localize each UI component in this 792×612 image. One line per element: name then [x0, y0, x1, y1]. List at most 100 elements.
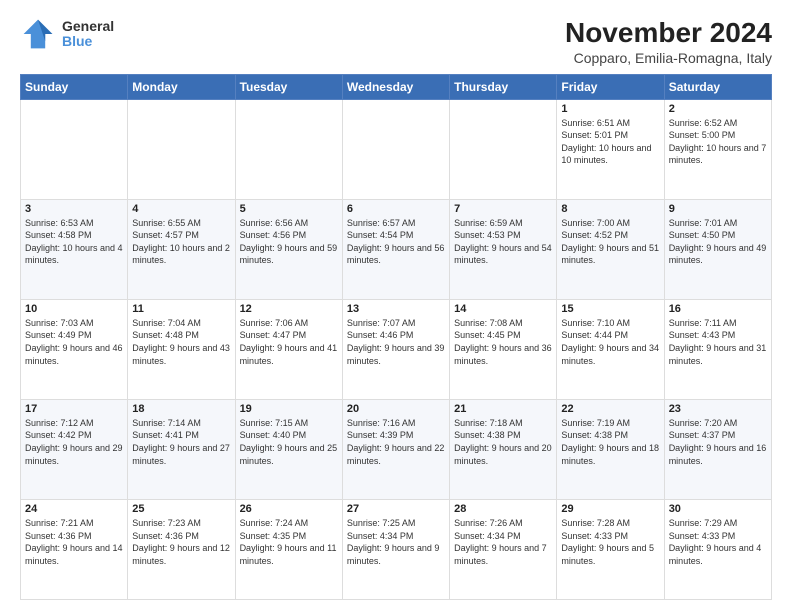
col-friday: Friday	[557, 74, 664, 99]
calendar-cell	[342, 99, 449, 199]
calendar-cell: 7 Sunrise: 6:59 AM Sunset: 4:53 PM Daylig…	[450, 199, 557, 299]
calendar-cell: 6 Sunrise: 6:57 AM Sunset: 4:54 PM Daylig…	[342, 199, 449, 299]
day-info: Sunrise: 7:16 AM Sunset: 4:39 PM Dayligh…	[347, 417, 445, 467]
day-info: Sunrise: 7:18 AM Sunset: 4:38 PM Dayligh…	[454, 417, 552, 467]
day-info: Sunrise: 6:53 AM Sunset: 4:58 PM Dayligh…	[25, 217, 123, 267]
day-number: 21	[454, 403, 552, 415]
calendar-cell: 13Sunrise: 7:07 AM Sunset: 4:46 PM Dayli…	[342, 299, 449, 399]
day-info: Sunrise: 7:10 AM Sunset: 4:44 PM Dayligh…	[561, 317, 659, 367]
calendar-cell: 10 Sunrise: 7:03 AM Sunset: 4:49 PM Dayli…	[21, 299, 128, 399]
day-info: Sunrise: 7:26 AM Sunset: 4:34 PM Dayligh…	[454, 517, 552, 567]
calendar-cell	[450, 99, 557, 199]
day-number: 14	[454, 303, 552, 315]
day-info: Sunrise: 7:03 AM Sunset: 4:49 PM Dayligh…	[25, 317, 123, 367]
calendar-week-2: 3 Sunrise: 6:53 AM Sunset: 4:58 PM Daylig…	[21, 199, 772, 299]
day-info: Sunrise: 7:29 AM Sunset: 4:33 PM Dayligh…	[669, 517, 767, 567]
page: General Blue November 2024 Copparo, Emil…	[0, 0, 792, 612]
day-number: 24	[25, 503, 123, 515]
calendar-cell: 1 Sunrise: 6:51 AM Sunset: 5:01 PM Daylig…	[557, 99, 664, 199]
day-info: Sunrise: 7:24 AM Sunset: 4:35 PM Dayligh…	[240, 517, 338, 567]
day-number: 27	[347, 503, 445, 515]
col-monday: Monday	[128, 74, 235, 99]
day-info: Sunrise: 7:19 AM Sunset: 4:38 PM Dayligh…	[561, 417, 659, 467]
calendar-cell: 25Sunrise: 7:23 AM Sunset: 4:36 PM Dayli…	[128, 499, 235, 599]
calendar-cell: 22 Sunrise: 7:19 AM Sunset: 4:38 PM Dayli…	[557, 399, 664, 499]
day-number: 2	[669, 103, 767, 115]
day-info: Sunrise: 7:08 AM Sunset: 4:45 PM Dayligh…	[454, 317, 552, 367]
day-info: Sunrise: 7:04 AM Sunset: 4:48 PM Dayligh…	[132, 317, 230, 367]
day-info: Sunrise: 7:23 AM Sunset: 4:36 PM Dayligh…	[132, 517, 230, 567]
day-number: 16	[669, 303, 767, 315]
col-sunday: Sunday	[21, 74, 128, 99]
day-info: Sunrise: 7:12 AM Sunset: 4:42 PM Dayligh…	[25, 417, 123, 467]
day-info: Sunrise: 7:06 AM Sunset: 4:47 PM Dayligh…	[240, 317, 338, 367]
day-info: Sunrise: 6:56 AM Sunset: 4:56 PM Dayligh…	[240, 217, 338, 267]
calendar-cell: 18Sunrise: 7:14 AM Sunset: 4:41 PM Dayli…	[128, 399, 235, 499]
calendar-cell: 17Sunrise: 7:12 AM Sunset: 4:42 PM Dayli…	[21, 399, 128, 499]
calendar-table: Sunday Monday Tuesday Wednesday Thursday…	[20, 74, 772, 600]
day-number: 18	[132, 403, 230, 415]
col-thursday: Thursday	[450, 74, 557, 99]
day-number: 7	[454, 203, 552, 215]
day-info: Sunrise: 6:59 AM Sunset: 4:53 PM Dayligh…	[454, 217, 552, 267]
title-block: November 2024 Copparo, Emilia-Romagna, I…	[565, 16, 772, 66]
calendar-cell: 29Sunrise: 7:28 AM Sunset: 4:33 PM Dayli…	[557, 499, 664, 599]
day-info: Sunrise: 7:00 AM Sunset: 4:52 PM Dayligh…	[561, 217, 659, 267]
col-wednesday: Wednesday	[342, 74, 449, 99]
day-number: 22	[561, 403, 659, 415]
calendar-cell: 23 Sunrise: 7:20 AM Sunset: 4:37 PM Dayli…	[664, 399, 771, 499]
col-saturday: Saturday	[664, 74, 771, 99]
day-number: 5	[240, 203, 338, 215]
day-info: Sunrise: 6:55 AM Sunset: 4:57 PM Dayligh…	[132, 217, 230, 267]
day-number: 6	[347, 203, 445, 215]
calendar-cell: 14 Sunrise: 7:08 AM Sunset: 4:45 PM Dayli…	[450, 299, 557, 399]
day-info: Sunrise: 7:01 AM Sunset: 4:50 PM Dayligh…	[669, 217, 767, 267]
calendar-cell: 3 Sunrise: 6:53 AM Sunset: 4:58 PM Daylig…	[21, 199, 128, 299]
calendar-week-1: 1 Sunrise: 6:51 AM Sunset: 5:01 PM Daylig…	[21, 99, 772, 199]
calendar-cell	[21, 99, 128, 199]
main-title: November 2024	[565, 16, 772, 50]
day-info: Sunrise: 6:51 AM Sunset: 5:01 PM Dayligh…	[561, 117, 659, 167]
day-info: Sunrise: 7:20 AM Sunset: 4:37 PM Dayligh…	[669, 417, 767, 467]
subtitle: Copparo, Emilia-Romagna, Italy	[565, 50, 772, 66]
day-info: Sunrise: 7:21 AM Sunset: 4:36 PM Dayligh…	[25, 517, 123, 567]
day-info: Sunrise: 7:11 AM Sunset: 4:43 PM Dayligh…	[669, 317, 767, 367]
day-number: 11	[132, 303, 230, 315]
day-number: 23	[669, 403, 767, 415]
calendar-cell: 21 Sunrise: 7:18 AM Sunset: 4:38 PM Dayli…	[450, 399, 557, 499]
calendar-cell: 9 Sunrise: 7:01 AM Sunset: 4:50 PM Daylig…	[664, 199, 771, 299]
day-info: Sunrise: 7:07 AM Sunset: 4:46 PM Dayligh…	[347, 317, 445, 367]
calendar-cell	[128, 99, 235, 199]
calendar-cell: 19Sunrise: 7:15 AM Sunset: 4:40 PM Dayli…	[235, 399, 342, 499]
day-number: 3	[25, 203, 123, 215]
col-tuesday: Tuesday	[235, 74, 342, 99]
calendar-cell	[235, 99, 342, 199]
calendar-cell: 4 Sunrise: 6:55 AM Sunset: 4:57 PM Daylig…	[128, 199, 235, 299]
day-info: Sunrise: 6:52 AM Sunset: 5:00 PM Dayligh…	[669, 117, 767, 167]
calendar-cell: 12Sunrise: 7:06 AM Sunset: 4:47 PM Dayli…	[235, 299, 342, 399]
day-number: 8	[561, 203, 659, 215]
calendar-cell: 28Sunrise: 7:26 AM Sunset: 4:34 PM Dayli…	[450, 499, 557, 599]
header: General Blue November 2024 Copparo, Emil…	[20, 16, 772, 66]
day-number: 29	[561, 503, 659, 515]
calendar-cell: 2 Sunrise: 6:52 AM Sunset: 5:00 PM Daylig…	[664, 99, 771, 199]
calendar-cell: 8 Sunrise: 7:00 AM Sunset: 4:52 PM Daylig…	[557, 199, 664, 299]
calendar-week-4: 17Sunrise: 7:12 AM Sunset: 4:42 PM Dayli…	[21, 399, 772, 499]
calendar-cell: 16 Sunrise: 7:11 AM Sunset: 4:43 PM Dayli…	[664, 299, 771, 399]
calendar-header-row: Sunday Monday Tuesday Wednesday Thursday…	[21, 74, 772, 99]
calendar-cell: 27Sunrise: 7:25 AM Sunset: 4:34 PM Dayli…	[342, 499, 449, 599]
day-number: 20	[347, 403, 445, 415]
calendar-cell: 11 Sunrise: 7:04 AM Sunset: 4:48 PM Dayli…	[128, 299, 235, 399]
day-number: 10	[25, 303, 123, 315]
day-number: 30	[669, 503, 767, 515]
day-info: Sunrise: 7:15 AM Sunset: 4:40 PM Dayligh…	[240, 417, 338, 467]
calendar-cell: 30 Sunrise: 7:29 AM Sunset: 4:33 PM Dayli…	[664, 499, 771, 599]
calendar-cell: 20 Sunrise: 7:16 AM Sunset: 4:39 PM Dayli…	[342, 399, 449, 499]
day-number: 4	[132, 203, 230, 215]
logo-blue-text: Blue	[62, 34, 114, 49]
calendar-cell: 26Sunrise: 7:24 AM Sunset: 4:35 PM Dayli…	[235, 499, 342, 599]
day-number: 9	[669, 203, 767, 215]
calendar-week-5: 24 Sunrise: 7:21 AM Sunset: 4:36 PM Dayli…	[21, 499, 772, 599]
day-info: Sunrise: 6:57 AM Sunset: 4:54 PM Dayligh…	[347, 217, 445, 267]
day-number: 1	[561, 103, 659, 115]
